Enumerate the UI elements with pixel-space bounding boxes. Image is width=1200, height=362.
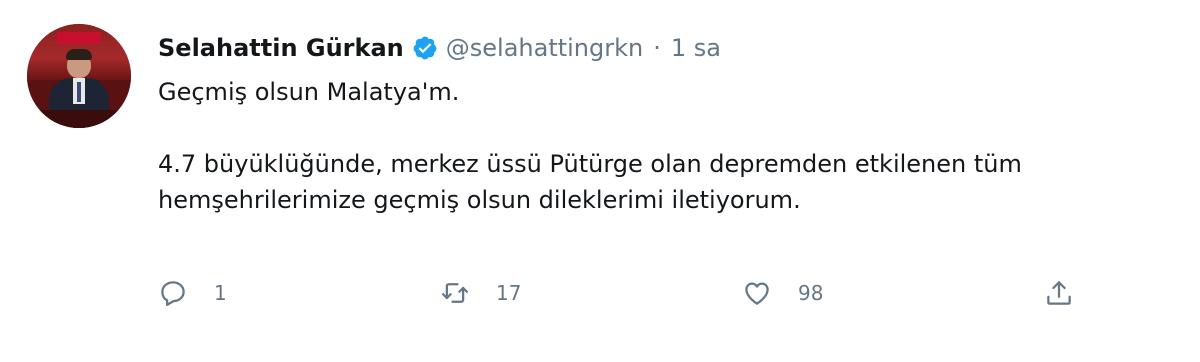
like-icon bbox=[742, 278, 772, 308]
tweet-content: Selahattin Gürkan @selahattingrkn · 1 sa… bbox=[158, 28, 1168, 218]
tweet-text-line: Geçmiş olsun Malatya'm. bbox=[158, 78, 460, 106]
tweet-header: Selahattin Gürkan @selahattingrkn · 1 sa bbox=[158, 28, 1168, 68]
reply-icon bbox=[158, 278, 188, 308]
avatar-person-hair bbox=[66, 49, 92, 60]
retweet-count: 17 bbox=[496, 281, 522, 305]
avatar-flag-shape bbox=[57, 32, 101, 44]
like-count: 98 bbox=[798, 281, 824, 305]
tweet-text-line: 4.7 büyüklüğünde, merkez üssü Pütürge ol… bbox=[158, 150, 1022, 178]
author-handle[interactable]: @selahattingrkn bbox=[446, 34, 643, 62]
retweet-button[interactable]: 17 bbox=[440, 273, 521, 313]
tweet-actions: 1 17 98 bbox=[158, 273, 1098, 313]
reply-count: 1 bbox=[214, 281, 227, 305]
reply-button[interactable]: 1 bbox=[158, 273, 227, 313]
like-button[interactable]: 98 bbox=[742, 273, 823, 313]
share-button[interactable] bbox=[1044, 273, 1074, 313]
tweet-text-line: hemşehrilerimize geçmiş olsun dileklerim… bbox=[158, 186, 801, 214]
tweet-text: Geçmiş olsun Malatya'm. 4.7 büyüklüğünde… bbox=[158, 74, 1168, 218]
retweet-icon bbox=[440, 278, 470, 308]
share-icon bbox=[1044, 278, 1074, 308]
author-name[interactable]: Selahattin Gürkan bbox=[158, 34, 404, 62]
separator-dot: · bbox=[653, 34, 661, 62]
verified-badge-icon bbox=[412, 35, 438, 61]
tweet-timestamp[interactable]: 1 sa bbox=[671, 34, 721, 62]
avatar-desk bbox=[37, 110, 121, 128]
tweet-card[interactable]: Selahattin Gürkan @selahattingrkn · 1 sa… bbox=[0, 0, 1200, 362]
avatar-person-tie bbox=[77, 82, 81, 102]
avatar[interactable] bbox=[27, 24, 131, 128]
